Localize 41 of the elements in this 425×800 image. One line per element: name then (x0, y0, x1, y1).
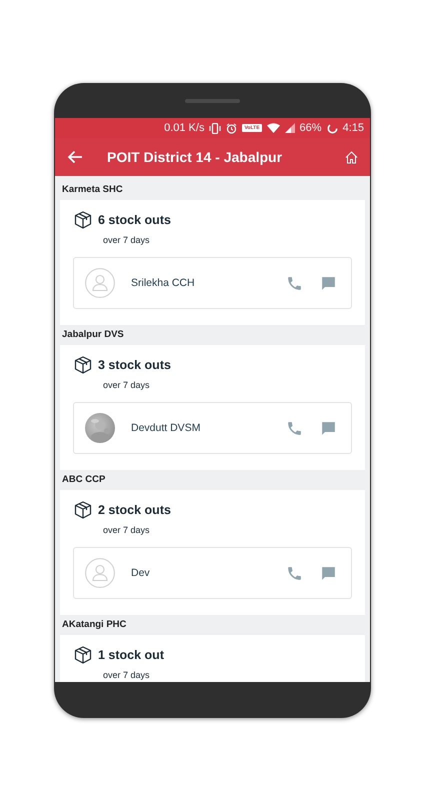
signal-icon (284, 123, 295, 133)
box-icon (74, 356, 92, 374)
contact-name: Srilekha CCH (131, 277, 196, 289)
avatar-icon (85, 268, 115, 298)
stock-out-count: 3 stock outs (98, 358, 171, 372)
contact-row[interactable]: Dev (73, 547, 352, 599)
network-speed: 0.01 K/s (164, 122, 204, 134)
screen-title: POIT District 14 - Jabalpur (107, 149, 284, 165)
battery-ring-icon (326, 122, 338, 134)
box-icon (74, 501, 92, 519)
phone-icon[interactable] (286, 274, 303, 292)
facility-name: Karmeta SHC (61, 183, 124, 197)
period-text: over 7 days (103, 379, 151, 392)
message-icon[interactable] (320, 564, 337, 582)
period-text: over 7 days (103, 234, 151, 247)
clock: 4:15 (342, 122, 364, 134)
facility-name: ABC CCP (61, 473, 106, 487)
message-icon[interactable] (320, 420, 337, 436)
box-icon (74, 211, 92, 229)
home-icon[interactable] (345, 150, 358, 164)
battery-level: 66% (300, 122, 322, 134)
stock-out-count: 6 stock outs (98, 213, 171, 227)
contact-name: Dev (131, 567, 151, 579)
message-icon[interactable] (320, 274, 337, 292)
contact-row[interactable]: Srilekha CCH (73, 257, 352, 309)
vibrate-icon (209, 122, 222, 134)
wifi-icon (266, 123, 280, 133)
back-arrow-icon[interactable] (67, 150, 83, 164)
contact-row[interactable]: Devdutt DVSM (73, 402, 352, 454)
phone-icon[interactable] (286, 564, 303, 582)
stock-out-count: 1 stock out (98, 648, 164, 662)
facility-name: AKatangi PHC (61, 618, 128, 632)
avatar-icon (85, 558, 115, 588)
stock-out-count: 2 stock outs (98, 503, 171, 517)
period-text: over 7 days (103, 524, 151, 537)
contact-name: Devdutt DVSM (131, 422, 202, 434)
box-icon (74, 646, 92, 664)
period-text: over 7 days (103, 669, 151, 682)
facility-name: Jabalpur DVS (61, 328, 125, 342)
alarm-icon (226, 122, 238, 134)
phone-icon[interactable] (286, 420, 303, 436)
